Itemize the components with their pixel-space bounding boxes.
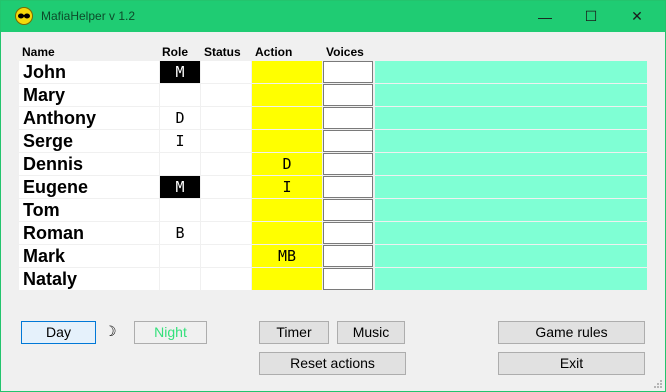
player-name[interactable]: Mary xyxy=(19,84,159,106)
player-status[interactable] xyxy=(201,176,251,198)
maximize-icon: ☐ xyxy=(584,8,598,24)
player-status[interactable] xyxy=(201,245,251,267)
close-button[interactable]: ✕ xyxy=(614,1,660,32)
player-status[interactable] xyxy=(201,268,251,290)
player-role[interactable] xyxy=(160,268,200,290)
voices-bar xyxy=(375,61,647,83)
player-role[interactable]: M xyxy=(160,176,200,198)
voices-field[interactable] xyxy=(323,107,373,129)
table-row: Eugene M I xyxy=(19,176,647,199)
game-rules-button[interactable]: Game rules xyxy=(498,321,645,344)
player-name[interactable]: Mark xyxy=(19,245,159,267)
voices-bar xyxy=(375,153,647,175)
player-action[interactable] xyxy=(252,84,322,106)
player-status[interactable] xyxy=(201,153,251,175)
minimize-button[interactable]: — xyxy=(522,1,568,32)
player-action[interactable]: MB xyxy=(252,245,322,267)
reset-actions-button[interactable]: Reset actions xyxy=(259,352,406,375)
table-row: Anthony D xyxy=(19,107,647,130)
player-action[interactable] xyxy=(252,107,322,129)
voices-field[interactable] xyxy=(323,268,373,290)
window-title: MafiaHelper v 1.2 xyxy=(41,9,136,23)
voices-field[interactable] xyxy=(323,245,373,267)
player-action[interactable]: D xyxy=(252,153,322,175)
player-action[interactable] xyxy=(252,268,322,290)
player-action[interactable] xyxy=(252,130,322,152)
player-role[interactable] xyxy=(160,84,200,106)
voices-bar xyxy=(375,199,647,221)
column-header-status: Status xyxy=(204,45,241,59)
column-header-action: Action xyxy=(255,45,293,59)
resize-grip-icon[interactable] xyxy=(652,378,662,388)
player-name[interactable]: Nataly xyxy=(19,268,159,290)
mafia-mask-icon xyxy=(15,7,33,25)
voices-field[interactable] xyxy=(323,153,373,175)
column-header-name: Name xyxy=(22,45,55,59)
player-status[interactable] xyxy=(201,61,251,83)
timer-button[interactable]: Timer xyxy=(259,321,329,344)
table-row: Tom xyxy=(19,199,647,222)
player-name[interactable]: Eugene xyxy=(19,176,159,198)
voices-field[interactable] xyxy=(323,176,373,198)
player-name[interactable]: Roman xyxy=(19,222,159,244)
voices-bar xyxy=(375,268,647,290)
close-icon: ✕ xyxy=(631,8,643,24)
player-status[interactable] xyxy=(201,199,251,221)
maximize-button[interactable]: ☐ xyxy=(568,1,614,32)
voices-field[interactable] xyxy=(323,130,373,152)
player-status[interactable] xyxy=(201,222,251,244)
voices-bar xyxy=(375,222,647,244)
voices-bar xyxy=(375,84,647,106)
title-bar[interactable]: MafiaHelper v 1.2 — ☐ ✕ xyxy=(1,1,665,32)
voices-bar xyxy=(375,245,647,267)
minimize-icon: — xyxy=(538,8,552,25)
exit-button[interactable]: Exit xyxy=(498,352,645,375)
table-row: Nataly xyxy=(19,268,647,291)
player-name[interactable]: John xyxy=(19,61,159,83)
player-status[interactable] xyxy=(201,84,251,106)
table-row: Mary xyxy=(19,84,647,107)
player-action[interactable] xyxy=(252,222,322,244)
voices-bar xyxy=(375,107,647,129)
player-role[interactable]: B xyxy=(160,222,200,244)
player-status[interactable] xyxy=(201,130,251,152)
player-name[interactable]: Tom xyxy=(19,199,159,221)
night-button[interactable]: Night xyxy=(134,321,207,344)
player-role[interactable] xyxy=(160,153,200,175)
moon-icon: ☽ xyxy=(104,323,117,339)
player-role[interactable]: I xyxy=(160,130,200,152)
player-action[interactable]: I xyxy=(252,176,322,198)
table-row: Mark MB xyxy=(19,245,647,268)
voices-bar xyxy=(375,130,647,152)
voices-field[interactable] xyxy=(323,61,373,83)
player-status[interactable] xyxy=(201,107,251,129)
column-header-role: Role xyxy=(162,45,189,59)
main-window: MafiaHelper v 1.2 — ☐ ✕ Name Role Status… xyxy=(0,0,666,392)
player-role[interactable]: M xyxy=(160,61,200,83)
player-name[interactable]: Anthony xyxy=(19,107,159,129)
player-role[interactable] xyxy=(160,245,200,267)
voices-bar xyxy=(375,176,647,198)
table-row: Dennis D xyxy=(19,153,647,176)
music-button[interactable]: Music xyxy=(337,321,405,344)
voices-field[interactable] xyxy=(323,84,373,106)
voices-field[interactable] xyxy=(323,199,373,221)
table-row: Roman B xyxy=(19,222,647,245)
table-row: Serge I xyxy=(19,130,647,153)
player-role[interactable] xyxy=(160,199,200,221)
table-row: John M xyxy=(19,61,647,84)
player-action[interactable] xyxy=(252,199,322,221)
voices-field[interactable] xyxy=(323,222,373,244)
player-name[interactable]: Serge xyxy=(19,130,159,152)
player-role[interactable]: D xyxy=(160,107,200,129)
player-name[interactable]: Dennis xyxy=(19,153,159,175)
column-header-voices: Voices xyxy=(326,45,364,59)
player-action[interactable] xyxy=(252,61,322,83)
day-button[interactable]: Day xyxy=(21,321,96,344)
